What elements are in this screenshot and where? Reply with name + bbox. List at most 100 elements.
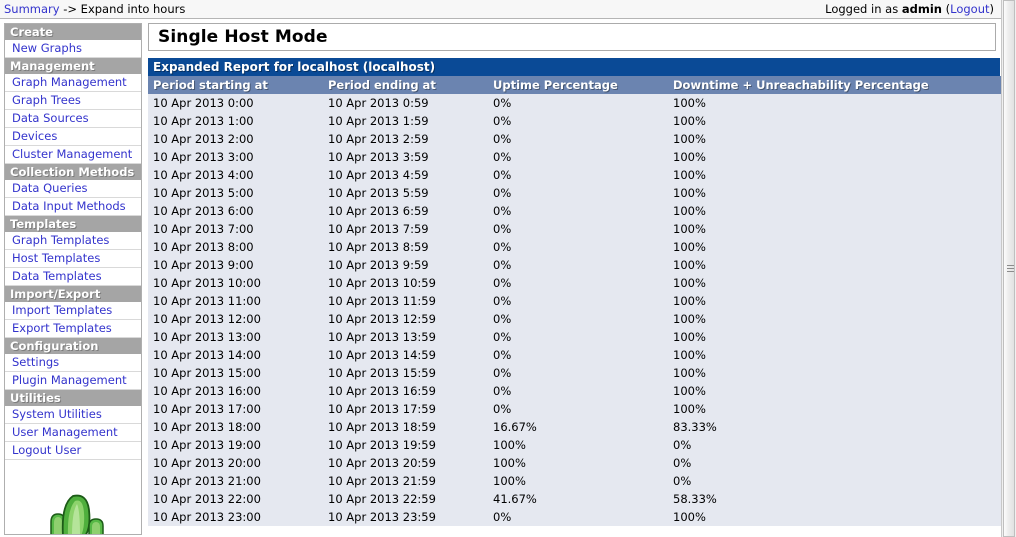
vertical-scrollbar[interactable] bbox=[1001, 0, 1016, 537]
sidebar-section-header: Create bbox=[5, 24, 141, 40]
table-cell: 0% bbox=[488, 400, 668, 418]
table-row: 10 Apr 2013 6:00 10 Apr 2013 6:59 0% 100% bbox=[148, 202, 1016, 220]
table-cell: 0% bbox=[668, 454, 1016, 472]
table-cell: 16.67% bbox=[488, 418, 668, 436]
table-cell: 100% bbox=[668, 112, 1016, 130]
table-cell: 100% bbox=[668, 130, 1016, 148]
sidebar-item-cluster-management[interactable]: Cluster Management bbox=[5, 146, 141, 164]
sidebar-item-graph-management[interactable]: Graph Management bbox=[5, 74, 141, 92]
login-status: Logged in as admin (Logout) bbox=[825, 2, 1002, 16]
table-cell: 10 Apr 2013 18:00 bbox=[148, 418, 323, 436]
sidebar-item-data-queries[interactable]: Data Queries bbox=[5, 180, 141, 198]
table-row: 10 Apr 2013 20:00 10 Apr 2013 20:59 100% 0% bbox=[148, 454, 1016, 472]
table-cell: 10 Apr 2013 1:00 bbox=[148, 112, 323, 130]
column-header[interactable]: Downtime + Unreachability Percentage bbox=[668, 76, 1016, 94]
table-row: 10 Apr 2013 21:00 10 Apr 2013 21:59 100% 0% bbox=[148, 472, 1016, 490]
username-label: admin bbox=[901, 2, 942, 16]
table-cell: 10 Apr 2013 7:59 bbox=[323, 220, 488, 238]
sidebar-item-plugin-management[interactable]: Plugin Management bbox=[5, 372, 141, 390]
table-row: 10 Apr 2013 15:00 10 Apr 2013 15:59 0% 100% bbox=[148, 364, 1016, 382]
scrollbar-thumb[interactable] bbox=[1003, 0, 1015, 537]
table-cell: 0% bbox=[488, 94, 668, 112]
table-row: 10 Apr 2013 1:00 10 Apr 2013 1:59 0% 100% bbox=[148, 112, 1016, 130]
sidebar-item-settings[interactable]: Settings bbox=[5, 354, 141, 372]
table-cell: 0% bbox=[488, 184, 668, 202]
sidebar-item-host-templates[interactable]: Host Templates bbox=[5, 250, 141, 268]
table-cell: 100% bbox=[668, 400, 1016, 418]
table-cell: 0% bbox=[488, 256, 668, 274]
sidebar-item-data-templates[interactable]: Data Templates bbox=[5, 268, 141, 286]
table-cell: 0% bbox=[488, 274, 668, 292]
table-cell: 10 Apr 2013 22:00 bbox=[148, 490, 323, 508]
sidebar-item-system-utilities[interactable]: System Utilities bbox=[5, 406, 141, 424]
table-cell: 100% bbox=[668, 292, 1016, 310]
logged-in-label: Logged in as bbox=[825, 2, 902, 16]
table-cell: 10 Apr 2013 14:00 bbox=[148, 346, 323, 364]
table-cell: 58.33% bbox=[668, 490, 1016, 508]
table-cell: 100% bbox=[668, 382, 1016, 400]
table-row: 10 Apr 2013 10:00 10 Apr 2013 10:59 0% 100% bbox=[148, 274, 1016, 292]
table-cell: 10 Apr 2013 14:59 bbox=[323, 346, 488, 364]
table-cell: 10 Apr 2013 7:00 bbox=[148, 220, 323, 238]
table-cell: 10 Apr 2013 8:59 bbox=[323, 238, 488, 256]
table-cell: 0% bbox=[488, 346, 668, 364]
table-row: 10 Apr 2013 3:00 10 Apr 2013 3:59 0% 100% bbox=[148, 148, 1016, 166]
logout-paren-open: ( bbox=[941, 2, 951, 16]
table-cell: 83.33% bbox=[668, 418, 1016, 436]
breadcrumb-link-summary[interactable]: Summary bbox=[4, 2, 60, 16]
sidebar-item-logout-user[interactable]: Logout User bbox=[5, 442, 141, 460]
table-cell: 100% bbox=[668, 148, 1016, 166]
table-cell: 10 Apr 2013 4:59 bbox=[323, 166, 488, 184]
table-cell: 0% bbox=[488, 328, 668, 346]
table-cell: 10 Apr 2013 21:00 bbox=[148, 472, 323, 490]
breadcrumb: Summary -> Expand into hours bbox=[0, 2, 185, 16]
table-cell: 10 Apr 2013 0:59 bbox=[323, 94, 488, 112]
top-bar: Summary -> Expand into hours Logged in a… bbox=[0, 0, 1002, 19]
table-cell: 10 Apr 2013 17:00 bbox=[148, 400, 323, 418]
breadcrumb-current: -> Expand into hours bbox=[59, 2, 186, 16]
table-cell: 100% bbox=[668, 508, 1016, 526]
sidebar-item-export-templates[interactable]: Export Templates bbox=[5, 320, 141, 338]
logout-link[interactable]: Logout bbox=[950, 2, 989, 16]
table-cell: 0% bbox=[488, 238, 668, 256]
table-cell: 0% bbox=[488, 382, 668, 400]
table-cell: 0% bbox=[668, 472, 1016, 490]
table-cell: 10 Apr 2013 8:00 bbox=[148, 238, 323, 256]
column-header[interactable]: Uptime Percentage bbox=[488, 76, 668, 94]
logout-paren-close: ) bbox=[989, 2, 995, 16]
scrollbar-grip-icon bbox=[1007, 265, 1014, 272]
sidebar-item-data-sources[interactable]: Data Sources bbox=[5, 110, 141, 128]
sidebar-item-import-templates[interactable]: Import Templates bbox=[5, 302, 141, 320]
sidebar-item-graph-templates[interactable]: Graph Templates bbox=[5, 232, 141, 250]
table-row: 10 Apr 2013 22:00 10 Apr 2013 22:59 41.67%… bbox=[148, 490, 1016, 508]
table-row: 10 Apr 2013 4:00 10 Apr 2013 4:59 0% 100% bbox=[148, 166, 1016, 184]
table-cell: 0% bbox=[488, 220, 668, 238]
sidebar-section-header: Utilities bbox=[5, 390, 141, 406]
table-row: 10 Apr 2013 13:00 10 Apr 2013 13:59 0% 100% bbox=[148, 328, 1016, 346]
table-row: 10 Apr 2013 14:00 10 Apr 2013 14:59 0% 100% bbox=[148, 346, 1016, 364]
table-cell: 10 Apr 2013 20:00 bbox=[148, 454, 323, 472]
sidebar-item-graph-trees[interactable]: Graph Trees bbox=[5, 92, 141, 110]
table-cell: 100% bbox=[488, 436, 668, 454]
sidebar-item-user-management[interactable]: User Management bbox=[5, 424, 141, 442]
table-cell: 10 Apr 2013 10:00 bbox=[148, 274, 323, 292]
table-row: 10 Apr 2013 23:00 10 Apr 2013 23:59 0% 100% bbox=[148, 508, 1016, 526]
table-cell: 10 Apr 2013 21:59 bbox=[323, 472, 488, 490]
table-cell: 100% bbox=[668, 166, 1016, 184]
sidebar-section-header: Management bbox=[5, 58, 141, 74]
table-cell: 10 Apr 2013 23:59 bbox=[323, 508, 488, 526]
table-cell: 10 Apr 2013 4:00 bbox=[148, 166, 323, 184]
table-row: 10 Apr 2013 16:00 10 Apr 2013 16:59 0% 100% bbox=[148, 382, 1016, 400]
column-header[interactable]: Period starting at bbox=[148, 76, 323, 94]
table-row: 10 Apr 2013 11:00 10 Apr 2013 11:59 0% 100% bbox=[148, 292, 1016, 310]
column-header[interactable]: Period ending at bbox=[323, 76, 488, 94]
sidebar-item-devices[interactable]: Devices bbox=[5, 128, 141, 146]
table-cell: 10 Apr 2013 6:00 bbox=[148, 202, 323, 220]
sidebar-item-data-input-methods[interactable]: Data Input Methods bbox=[5, 198, 141, 216]
sidebar-item-new-graphs[interactable]: New Graphs bbox=[5, 40, 141, 58]
table-cell: 100% bbox=[668, 94, 1016, 112]
table-cell: 100% bbox=[488, 454, 668, 472]
sidebar-section-header: Templates bbox=[5, 216, 141, 232]
table-cell: 0% bbox=[488, 202, 668, 220]
main-content: Single Host Mode Expanded Report for loc… bbox=[148, 23, 1016, 537]
